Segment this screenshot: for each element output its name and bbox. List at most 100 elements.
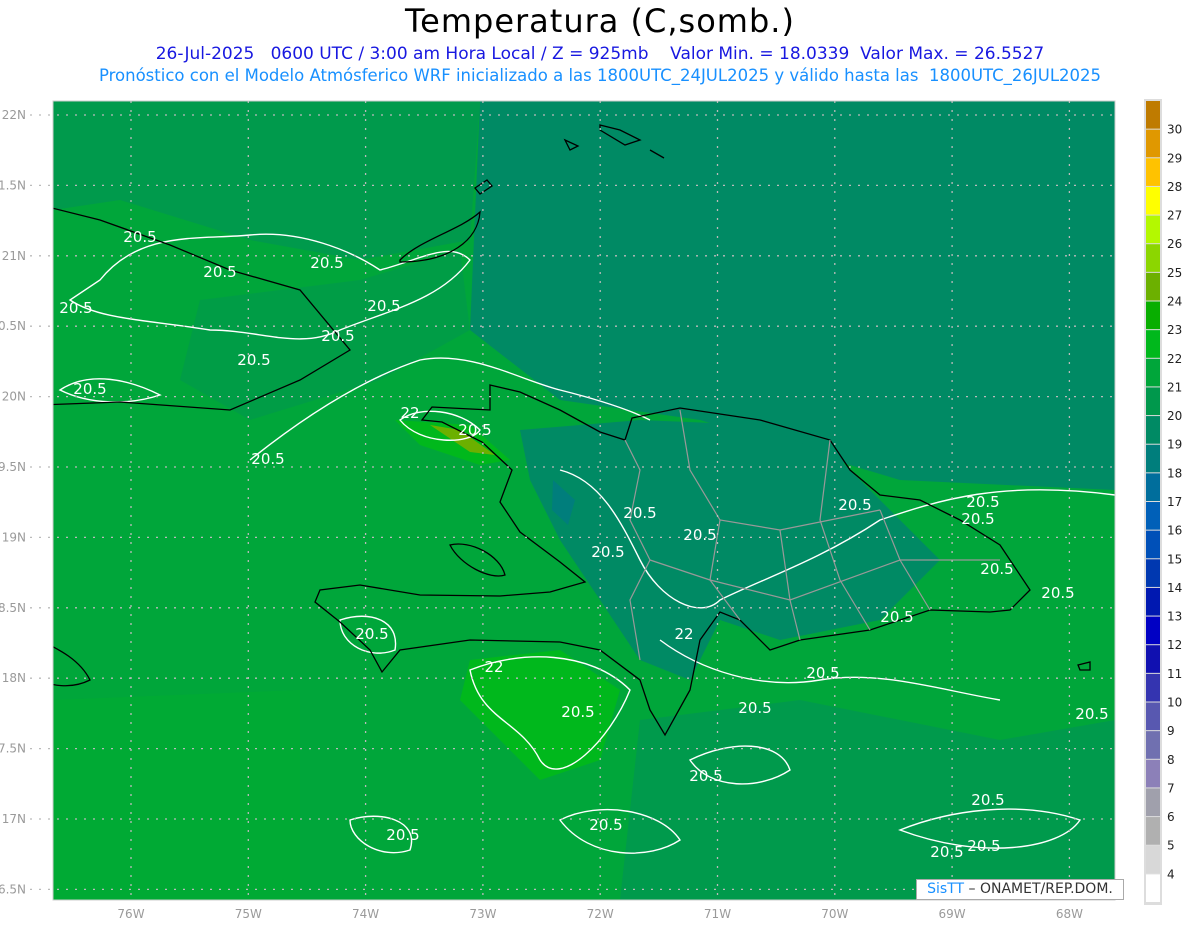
colorbar-label: 25 xyxy=(1167,266,1182,280)
lat-tick-label: 9.5N xyxy=(0,460,26,474)
colorbar-label: 28 xyxy=(1167,180,1182,194)
colorbar-bin xyxy=(1146,101,1160,129)
lat-tick-label: 18N xyxy=(2,671,26,685)
contour-label: 20.5 xyxy=(591,543,624,561)
contour-label: 20.5 xyxy=(838,496,871,514)
colorbar-bin xyxy=(1146,874,1160,902)
contour-label: 20.5 xyxy=(123,228,156,246)
colorbar-bin xyxy=(1146,301,1160,330)
lon-tick-label: 72W xyxy=(587,907,614,921)
lat-tick-label: 21N xyxy=(2,249,26,263)
contour-label: 20.5 xyxy=(73,380,106,398)
colorbar-label: 18 xyxy=(1167,466,1182,480)
colorbar-label: 27 xyxy=(1167,209,1182,223)
colorbar-label: 29 xyxy=(1167,151,1182,165)
colorbar-label: 9 xyxy=(1167,724,1175,738)
temperature-map: 20.5 20.5 20.5 20.5 20.5 20.5 20.5 20.5 22 20.5 20… xyxy=(0,99,1182,921)
shading-layer xyxy=(53,101,1115,900)
contour-label: 20.5 xyxy=(367,297,400,315)
contour-label: 20.5 xyxy=(237,351,270,369)
contour-label: 20.5 xyxy=(203,263,236,281)
colorbar-bin xyxy=(1146,387,1160,416)
colorbar-bin xyxy=(1146,788,1160,817)
lat-tick-label: 22N xyxy=(2,108,26,122)
colorbar-label: 16 xyxy=(1167,524,1182,538)
contour-label: 20.5 xyxy=(310,254,343,272)
lon-tick-label: 73W xyxy=(469,907,496,921)
colorbar-label: 6 xyxy=(1167,810,1175,824)
lon-tick-label: 76W xyxy=(117,907,144,921)
contour-label: 20.5 xyxy=(589,816,622,834)
colorbar-bin xyxy=(1146,244,1160,272)
colorbar-bin xyxy=(1146,444,1160,473)
colorbar-bin xyxy=(1146,530,1160,559)
contour-label: 20.5 xyxy=(59,299,92,317)
lat-tick-label: 8.5N xyxy=(0,601,26,615)
contour-label: 20.5 xyxy=(321,327,354,345)
colorbar-label: 15 xyxy=(1167,552,1182,566)
colorbar-label: 23 xyxy=(1167,323,1182,337)
contour-label: 20.5 xyxy=(930,843,963,861)
contour-label: 22 xyxy=(674,625,693,643)
colorbar-bin xyxy=(1146,158,1160,186)
colorbar-bin xyxy=(1146,817,1160,845)
colorbar-label: 11 xyxy=(1167,667,1182,681)
contour-label: 20.5 xyxy=(683,526,716,544)
lon-tick-label: 70W xyxy=(821,907,848,921)
colorbar-bin xyxy=(1146,559,1160,587)
contour-label: 20.5 xyxy=(971,791,1004,809)
colorbar-bin xyxy=(1146,330,1160,358)
lon-tick-label: 71W xyxy=(704,907,731,921)
colorbar-label: 17 xyxy=(1167,495,1182,509)
contour-label: 20.5 xyxy=(961,510,994,528)
contour-label: 20.5 xyxy=(1075,705,1108,723)
contour-label: 20.5 xyxy=(1041,584,1074,602)
chart-title: Temperatura (C,somb.) xyxy=(405,2,795,40)
colorbar-label: 10 xyxy=(1167,696,1182,710)
colorbar-label: 7 xyxy=(1167,781,1175,795)
lat-tick-label: 19N xyxy=(2,530,26,544)
contour-label: 20.5 xyxy=(623,504,656,522)
contour-label: 20.5 xyxy=(386,826,419,844)
subtitle-model-info: Pronóstico con el Modelo Atmósferico WRF… xyxy=(98,66,1102,85)
lat-tick-label: 7.5N xyxy=(0,742,26,756)
contour-label: 20.5 xyxy=(806,664,839,682)
colorbar-label: 26 xyxy=(1167,237,1182,251)
colorbar-label: 13 xyxy=(1167,610,1182,624)
contour-label: 20.5 xyxy=(355,625,388,643)
credit-box: SisTT – ONAMET/REP.DOM. xyxy=(916,879,1124,900)
colorbar-label: 22 xyxy=(1167,352,1182,366)
contour-label: 20.5 xyxy=(967,837,1000,855)
lon-tick-label: 75W xyxy=(235,907,262,921)
colorbar-label: 5 xyxy=(1167,839,1175,853)
colorbar-bin xyxy=(1146,845,1160,874)
contour-label: 20.5 xyxy=(251,450,284,468)
contour-label: 20.5 xyxy=(738,699,771,717)
colorbar-label: 30 xyxy=(1167,123,1182,137)
contour-label: 22 xyxy=(484,658,503,676)
colorbar-bin xyxy=(1146,759,1160,788)
colorbar-bin xyxy=(1146,502,1160,530)
colorbar-bin xyxy=(1146,702,1160,731)
colorbar-bin xyxy=(1146,272,1160,301)
contour-label: 20.5 xyxy=(561,703,594,721)
colorbar-label: 19 xyxy=(1167,438,1182,452)
lon-tick-label: 68W xyxy=(1056,907,1083,921)
colorbar-bin xyxy=(1146,473,1160,501)
colorbar-label: 12 xyxy=(1167,638,1182,652)
contour-label: 20.5 xyxy=(880,608,913,626)
colorbar-bin xyxy=(1146,587,1160,616)
contour-label: 20.5 xyxy=(966,493,999,511)
contour-label: 20.5 xyxy=(980,560,1013,578)
colorbar-bin xyxy=(1146,416,1160,444)
credit-text: – ONAMET/REP.DOM. xyxy=(964,881,1113,897)
contour-label: 22 xyxy=(400,404,419,422)
lon-tick-label: 69W xyxy=(939,907,966,921)
colorbar-label: 24 xyxy=(1167,295,1182,309)
lat-tick-label: 6.5N xyxy=(0,882,26,896)
lat-tick-label: 0.5N xyxy=(0,319,26,333)
subtitle-valid-time: 26-Jul-2025 0600 UTC / 3:00 am Hora Loca… xyxy=(155,44,1045,64)
colorbar-bin xyxy=(1146,358,1160,387)
colorbar: 30 29 28 27 26 25 24 23 22 21 20 19 18 17 16 15 14 13 12 11… xyxy=(1144,99,1182,905)
lon-tick-label: 74W xyxy=(352,907,379,921)
